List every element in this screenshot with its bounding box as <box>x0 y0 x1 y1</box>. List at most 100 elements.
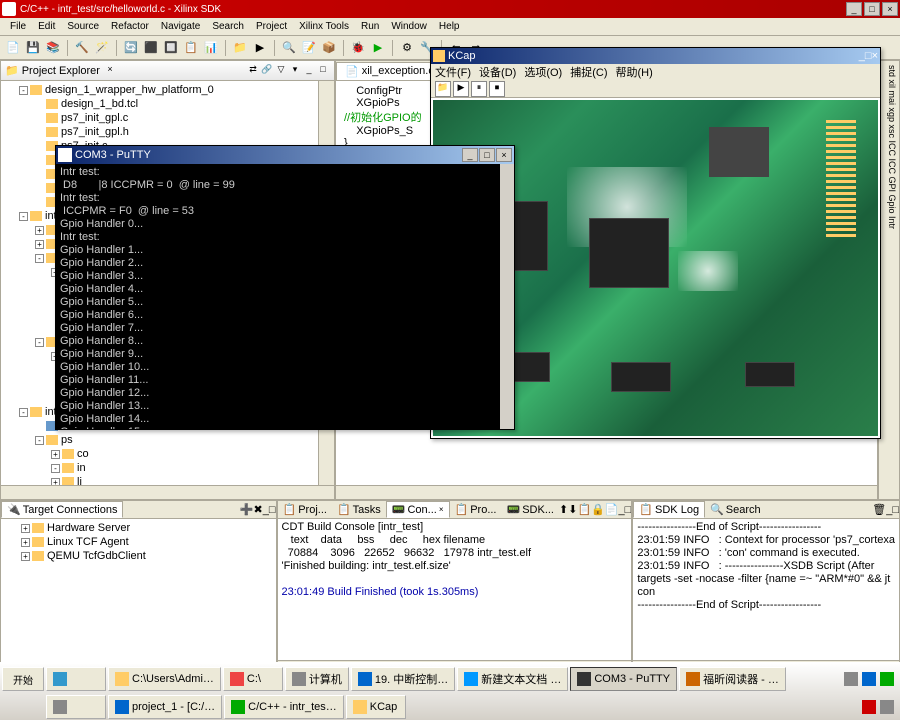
pe-max-button[interactable]: □ <box>316 64 330 78</box>
sdk-terminal-tab[interactable]: 📟SDK... <box>502 502 560 517</box>
putty-close-button[interactable]: × <box>496 148 512 162</box>
menu-window[interactable]: Window <box>385 20 433 33</box>
tc-item[interactable]: +Linux TCF Agent <box>5 535 272 549</box>
tree-item[interactable]: design_1_bd.tcl <box>3 97 316 111</box>
menu-file[interactable]: File <box>4 20 32 33</box>
tb-btn-8[interactable]: ▶ <box>251 39 269 57</box>
putty-terminal[interactable]: Intr test: D8 |8 ICCPMR = 0 @ line = 99I… <box>56 164 514 429</box>
menu-source[interactable]: Source <box>61 20 105 33</box>
tray-icon-2[interactable] <box>862 672 876 686</box>
run-button[interactable]: ▶ <box>369 39 387 57</box>
tasks-tab[interactable]: 📋Tasks <box>332 502 386 517</box>
kcap-menu-item[interactable]: 帮助(H) <box>616 64 653 80</box>
tree-item[interactable]: +li <box>3 475 316 485</box>
taskbar-item[interactable]: C:\ <box>223 667 283 691</box>
pe-link-button[interactable]: 🔗 <box>260 64 274 78</box>
menu-search[interactable]: Search <box>206 20 250 33</box>
tb-btn-10[interactable]: 📝 <box>300 39 318 57</box>
kcap-tb-button-0[interactable]: 📁 <box>435 81 451 97</box>
tc-add-button[interactable]: ➕ <box>240 503 254 516</box>
menu-project[interactable]: Project <box>250 20 293 33</box>
taskbar-item[interactable]: C:\Users\Admi… <box>108 667 221 691</box>
con-btn1[interactable]: ⬆ <box>559 503 568 516</box>
kcap-tb-button-1[interactable]: ▶ <box>453 81 469 97</box>
con-btn4[interactable]: 🔒 <box>591 503 605 516</box>
taskbar-item[interactable]: KCap <box>346 695 406 719</box>
kcap-menu-item[interactable]: 文件(F) <box>435 64 471 80</box>
properties-tab[interactable]: 📋Pro... <box>450 502 502 517</box>
putty-min-button[interactable]: _ <box>462 148 478 162</box>
kcap-menu-item[interactable]: 选项(O) <box>524 64 562 80</box>
tc-max-button[interactable]: □ <box>269 504 276 516</box>
pe-min-button[interactable]: _ <box>302 64 316 78</box>
close-button[interactable]: × <box>882 2 898 16</box>
stop-button[interactable]: ⬛ <box>142 39 160 57</box>
kcap-menu-item[interactable]: 捕捉(C) <box>570 64 607 80</box>
pe-menu-button[interactable]: ▾ <box>288 64 302 78</box>
con-btn5[interactable]: 📄 <box>605 503 619 516</box>
tb-btn-9[interactable]: 🔍 <box>280 39 298 57</box>
taskbar-item[interactable] <box>46 667 106 691</box>
tb-btn-14[interactable]: ⚙ <box>398 39 416 57</box>
tree-item[interactable]: +co <box>3 447 316 461</box>
taskbar-item[interactable]: 19. 中断控制… <box>351 667 455 691</box>
con-btn2[interactable]: ⬇ <box>568 503 577 516</box>
console-output[interactable]: CDT Build Console [intr_test] text data … <box>278 519 632 660</box>
tree-hscroll[interactable] <box>1 485 334 499</box>
kcap-title-bar[interactable]: KCap _ □ × <box>431 48 880 64</box>
target-connections-tree[interactable]: +Hardware Server+Linux TCF Agent+QEMU Tc… <box>1 519 276 674</box>
putty-max-button[interactable]: □ <box>479 148 495 162</box>
taskbar-item[interactable]: 计算机 <box>285 667 349 691</box>
sdk-log-tab[interactable]: 📋SDK Log <box>633 501 705 518</box>
tc-item[interactable]: +Hardware Server <box>5 521 272 535</box>
menu-navigate[interactable]: Navigate <box>155 20 206 33</box>
taskbar-item[interactable] <box>46 695 106 719</box>
tree-item[interactable]: ps7_init_gpl.c <box>3 111 316 125</box>
tc-remove-button[interactable]: ✖ <box>254 503 263 516</box>
kcap-close-button[interactable]: × <box>872 50 878 62</box>
console-tab[interactable]: 📟Con...× <box>386 501 450 518</box>
taskbar-item[interactable]: COM3 - PuTTY <box>570 667 677 691</box>
tray-icon-5[interactable] <box>880 700 894 714</box>
maximize-button[interactable]: □ <box>864 2 880 16</box>
kcap-max-button[interactable]: □ <box>865 50 872 62</box>
target-connections-tab[interactable]: 🔌Target Connections <box>1 501 123 518</box>
tree-item[interactable]: ps7_init_gpl.h <box>3 125 316 139</box>
taskbar-item[interactable]: project_1 - [C:/… <box>108 695 222 719</box>
kcap-tb-button-2[interactable]: ⏸ <box>471 81 487 97</box>
tray-icon-4[interactable] <box>862 700 876 714</box>
taskbar-item[interactable]: 福昕阅读器 - … <box>679 667 786 691</box>
menu-xilinx-tools[interactable]: Xilinx Tools <box>293 20 355 33</box>
menu-run[interactable]: Run <box>355 20 385 33</box>
build-button[interactable]: 🔨 <box>73 39 91 57</box>
start-button[interactable]: 开始 <box>2 667 44 691</box>
tree-item[interactable]: -in <box>3 461 316 475</box>
putty-scrollbar[interactable] <box>500 164 514 429</box>
kcap-menu-item[interactable]: 设备(D) <box>479 64 516 80</box>
wand-button[interactable]: 🪄 <box>93 39 111 57</box>
editor-tab[interactable]: 📄xil_exception.c <box>336 62 443 80</box>
pe-collapse-button[interactable]: ⇄ <box>246 64 260 78</box>
taskbar-item[interactable]: 新建文本文档 … <box>457 667 568 691</box>
tree-item[interactable]: -design_1_wrapper_hw_platform_0 <box>3 83 316 97</box>
sdk-log-output[interactable]: ----------------End of Script-----------… <box>633 519 899 660</box>
save-all-button[interactable]: 📚 <box>44 39 62 57</box>
menu-refactor[interactable]: Refactor <box>105 20 155 33</box>
taskbar-item[interactable]: C/C++ - intr_tes… <box>224 695 344 719</box>
save-button[interactable]: 💾 <box>24 39 42 57</box>
log-clear-button[interactable]: 🗑 <box>872 503 886 516</box>
kcap-tb-button-3[interactable]: ⏹ <box>489 81 505 97</box>
tb-btn-11[interactable]: 📦 <box>320 39 338 57</box>
debug-button[interactable]: 🐞 <box>349 39 367 57</box>
editor-hscroll[interactable] <box>336 485 877 499</box>
projects-tab[interactable]: 📋Proj... <box>278 502 332 517</box>
search-tab[interactable]: 🔍Search <box>705 502 766 517</box>
log-max[interactable]: □ <box>892 504 899 516</box>
putty-title-bar[interactable]: COM3 - PuTTY _ □ × <box>56 146 514 164</box>
putty-window[interactable]: COM3 - PuTTY _ □ × Intr test: D8 |8 ICCP… <box>55 145 515 430</box>
menu-help[interactable]: Help <box>433 20 466 33</box>
con-max[interactable]: □ <box>625 504 632 516</box>
chip-button[interactable]: 🔲 <box>162 39 180 57</box>
minimize-button[interactable]: _ <box>846 2 862 16</box>
refresh-button[interactable]: 🔄 <box>122 39 140 57</box>
